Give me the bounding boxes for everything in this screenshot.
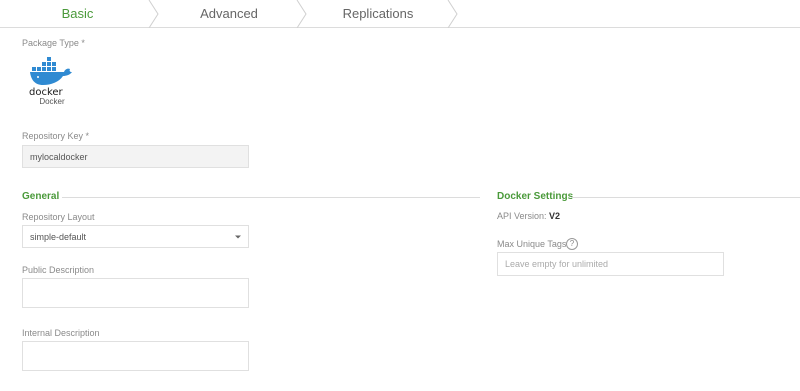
public-description-label: Public Description <box>22 265 95 275</box>
package-type-name: Docker <box>39 97 65 106</box>
internal-description-field[interactable] <box>22 341 249 371</box>
help-icon[interactable]: ? <box>566 238 578 250</box>
api-version-value: V2 <box>549 211 561 221</box>
general-section-title: General <box>22 191 60 202</box>
public-description-field[interactable] <box>22 278 249 308</box>
repository-layout-label: Repository Layout <box>22 212 95 222</box>
api-version-label: API Version: <box>497 211 547 221</box>
docker-settings-section-divider <box>571 197 800 198</box>
tab-advanced[interactable]: Advanced <box>155 0 303 28</box>
tab-separator-icon <box>447 0 458 28</box>
svg-text:docker: docker <box>29 87 64 97</box>
docker-whale-icon: docker <box>29 57 72 98</box>
internal-description-label: Internal Description <box>22 328 100 338</box>
repository-layout-select[interactable]: simple-default <box>22 225 249 248</box>
max-unique-tags-placeholder: Leave empty for unlimited <box>505 259 609 269</box>
wizard-tabs: Basic Advanced Replications <box>0 0 800 28</box>
repository-layout-value: simple-default <box>30 231 87 242</box>
repository-key-label: Repository Key * <box>22 131 90 141</box>
docker-settings-section-title: Docker Settings <box>497 191 574 202</box>
tab-basic[interactable]: Basic <box>0 0 155 28</box>
tab-replications[interactable]: Replications <box>303 0 453 28</box>
repository-key-field[interactable]: mylocaldocker <box>22 145 249 168</box>
tab-separator-icon <box>148 0 159 28</box>
docker-package-option[interactable]: docker <box>28 57 74 101</box>
api-version-row: API Version: V2 <box>497 211 560 221</box>
max-unique-tags-label: Max Unique Tags <box>497 239 567 249</box>
tab-separator-icon <box>296 0 307 28</box>
general-section-divider <box>62 197 480 198</box>
package-type-label: Package Type * <box>22 38 85 48</box>
chevron-down-icon <box>235 235 241 238</box>
max-unique-tags-input[interactable]: Leave empty for unlimited <box>497 252 724 276</box>
repository-key-value: mylocaldocker <box>30 151 88 162</box>
